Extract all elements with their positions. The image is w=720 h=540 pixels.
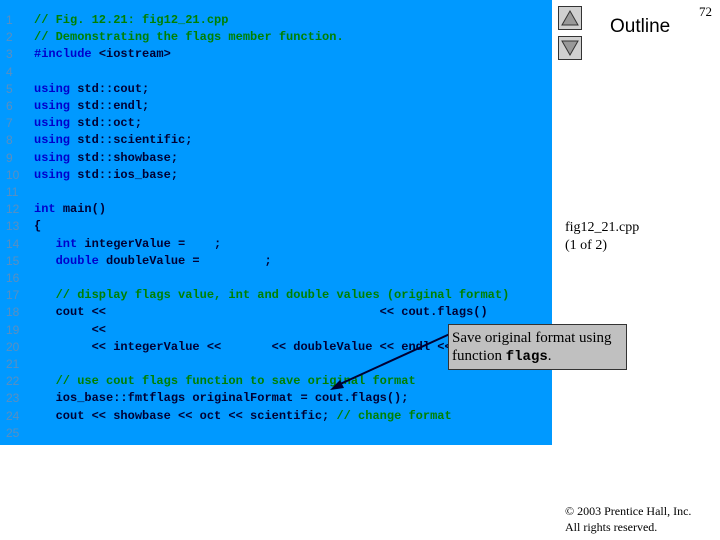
copyright-line2: All rights reserved. [565,520,658,534]
copyright: © 2003 Prentice Hall, Inc. All rights re… [565,503,691,535]
copyright-line1: © 2003 Prentice Hall, Inc. [565,504,692,518]
callout-arrow [330,332,453,390]
callout-note: Save original format using function flag… [448,324,627,370]
callout-code: flags [505,349,548,365]
callout-end: . [547,348,552,364]
